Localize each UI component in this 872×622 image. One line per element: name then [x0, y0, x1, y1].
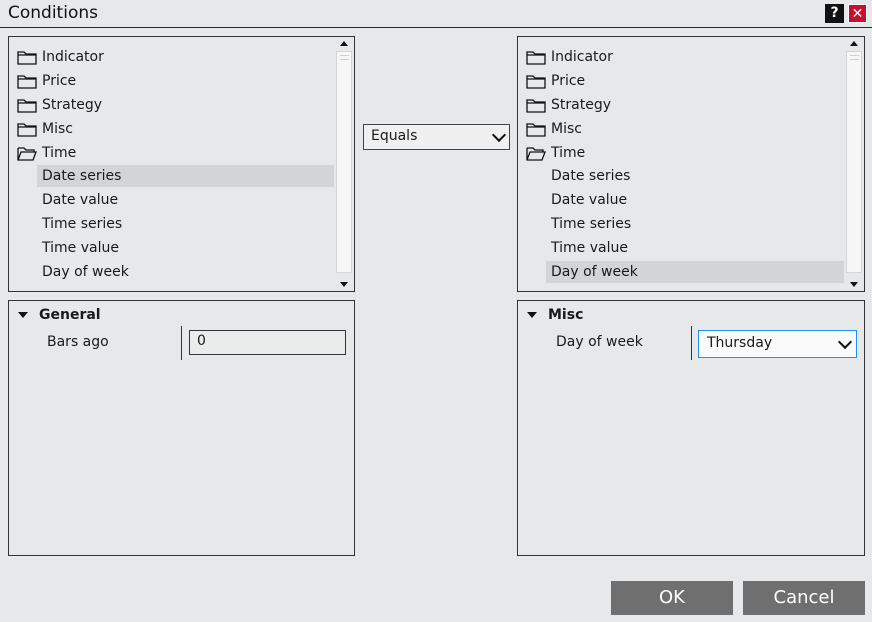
scroll-thumb[interactable] [846, 51, 862, 273]
section-header-general[interactable]: General [9, 304, 354, 326]
tree-item-label: Date series [42, 168, 122, 184]
right-properties-panel: Misc Day of week Thursday [517, 300, 865, 556]
property-label: Bars ago [47, 334, 109, 350]
tree-folder-strategy[interactable]: Strategy [518, 94, 844, 116]
tree-item-time-value[interactable]: Time value [37, 237, 334, 259]
tree-item-day-of-week[interactable]: Day of week [37, 261, 334, 283]
left-condition-tree: Indicator Price Strategy Misc Time Date … [8, 36, 355, 292]
tree-item-label: Misc [551, 121, 582, 137]
ok-button[interactable]: OK [611, 581, 733, 615]
tree-item-date-value[interactable]: Date value [37, 189, 334, 211]
folder-icon [17, 99, 37, 113]
tree-item-label: Day of week [551, 264, 638, 280]
folder-icon [17, 51, 37, 65]
scroll-thumb[interactable] [336, 51, 352, 273]
window-title: Conditions [8, 3, 98, 23]
section-header-misc[interactable]: Misc [518, 304, 864, 326]
left-tree-scrollbar[interactable] [335, 37, 354, 291]
tree-folder-indicator[interactable]: Indicator [9, 46, 334, 68]
title-bar: Conditions ? ✕ [0, 0, 872, 28]
tree-item-label: Day of week [42, 264, 129, 280]
tree-folder-time[interactable]: Time [518, 142, 844, 164]
scroll-down-arrow-icon[interactable] [845, 277, 864, 291]
cancel-button[interactable]: Cancel [743, 581, 865, 615]
right-tree-scrollbar[interactable] [845, 37, 864, 291]
help-button[interactable]: ? [825, 4, 844, 23]
tree-item-time-series[interactable]: Time series [546, 213, 844, 235]
tree-item-label: Time series [42, 216, 123, 232]
tree-item-label: Indicator [551, 49, 613, 65]
chevron-down-icon [837, 334, 853, 350]
tree-item-label: Time value [551, 240, 628, 256]
tree-item-label: Date value [551, 192, 628, 208]
folder-icon [17, 75, 37, 89]
right-condition-tree: Indicator Price Strategy Misc Time Date … [517, 36, 865, 292]
tree-item-date-value[interactable]: Date value [546, 189, 844, 211]
tree-item-label: Misc [42, 121, 73, 137]
tree-item-label: Strategy [42, 97, 102, 113]
tree-item-label: Time [42, 145, 77, 161]
folder-icon [526, 99, 546, 113]
operator-value: Equals [371, 128, 418, 144]
folder-icon [526, 75, 546, 89]
folder-icon [526, 51, 546, 65]
property-divider [181, 326, 182, 360]
tree-item-label: Price [42, 73, 77, 89]
tree-item-label: Time [551, 145, 586, 161]
folder-open-icon [17, 147, 37, 161]
left-properties-panel: General Bars ago 0 [8, 300, 355, 556]
tree-item-date-series[interactable]: Date series [37, 165, 334, 187]
tree-folder-indicator[interactable]: Indicator [518, 46, 844, 68]
close-button[interactable]: ✕ [848, 4, 867, 23]
operator-select[interactable]: Equals [363, 124, 510, 150]
day-of-week-value: Thursday [707, 335, 773, 351]
folder-icon [526, 123, 546, 137]
tree-item-label: Indicator [42, 49, 104, 65]
property-label: Day of week [556, 334, 643, 350]
chevron-down-icon [491, 127, 507, 143]
collapse-triangle-icon[interactable] [527, 312, 537, 318]
tree-item-label: Time series [551, 216, 632, 232]
property-divider [691, 326, 692, 360]
scroll-down-arrow-icon[interactable] [335, 277, 354, 291]
tree-folder-price[interactable]: Price [518, 70, 844, 92]
section-title: Misc [548, 307, 584, 323]
tree-folder-misc[interactable]: Misc [518, 118, 844, 140]
tree-folder-price[interactable]: Price [9, 70, 334, 92]
tree-item-label: Strategy [551, 97, 611, 113]
bars-ago-input[interactable]: 0 [189, 330, 346, 355]
section-title: General [39, 307, 101, 323]
tree-item-label: Date value [42, 192, 119, 208]
tree-item-time-value[interactable]: Time value [546, 237, 844, 259]
folder-open-icon [526, 147, 546, 161]
tree-item-date-series[interactable]: Date series [546, 165, 844, 187]
tree-item-time-series[interactable]: Time series [37, 213, 334, 235]
scroll-up-arrow-icon[interactable] [845, 37, 864, 51]
tree-folder-misc[interactable]: Misc [9, 118, 334, 140]
tree-folder-strategy[interactable]: Strategy [9, 94, 334, 116]
tree-item-label: Date series [551, 168, 631, 184]
tree-item-label: Price [551, 73, 586, 89]
scroll-up-arrow-icon[interactable] [335, 37, 354, 51]
tree-item-day-of-week[interactable]: Day of week [546, 261, 844, 283]
collapse-triangle-icon[interactable] [18, 312, 28, 318]
tree-folder-time[interactable]: Time [9, 142, 334, 164]
day-of-week-select[interactable]: Thursday [698, 330, 857, 358]
folder-icon [17, 123, 37, 137]
tree-item-label: Time value [42, 240, 119, 256]
